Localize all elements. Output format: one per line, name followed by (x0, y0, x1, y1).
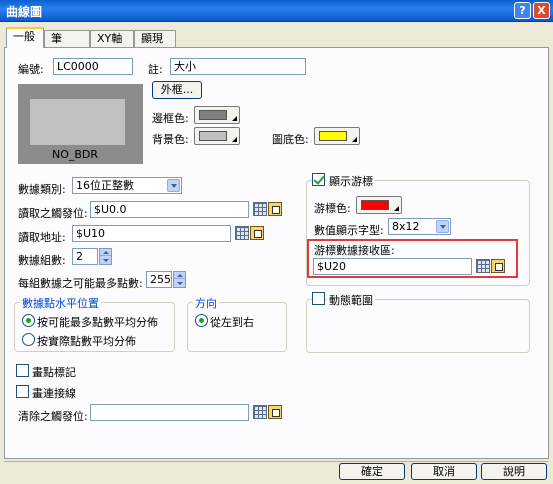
dropdown-arrow-icon (232, 116, 237, 121)
border-color-button[interactable] (194, 106, 240, 124)
cursor-recv-label: 游標數據接收區: (314, 244, 395, 257)
title-bar (0, 0, 553, 22)
base-color-button[interactable] (314, 127, 360, 145)
read-addr-label: 讀取地址: (18, 231, 66, 244)
preview-label: NO_BDR (52, 148, 99, 161)
connect-line-label[interactable]: 畫連接線 (32, 385, 76, 401)
bg-color-button[interactable] (194, 127, 240, 145)
data-type-select[interactable]: 16位正整數 (72, 177, 182, 194)
show-cursor-label[interactable]: 顯示游標 (327, 173, 375, 189)
hpos-option-max-label[interactable]: 按可能最多點數平均分佈 (37, 314, 158, 330)
id-label: 編號: (18, 63, 44, 76)
tag-icon[interactable] (250, 226, 264, 240)
cursor-color-label: 游標色: (314, 202, 351, 215)
read-addr-field[interactable]: $U10 (72, 225, 231, 242)
stepper-down-icon[interactable] (100, 257, 111, 264)
dropdown-arrow-icon (232, 137, 237, 142)
note-field[interactable]: 大小 (170, 58, 306, 75)
direction-option-label[interactable]: 從左到右 (210, 314, 254, 330)
clear-control-label: 清除之觸發位: (18, 410, 88, 423)
groups-stepper[interactable] (99, 248, 112, 265)
border-color-swatch (199, 110, 227, 120)
base-color-label: 圖底色: (272, 133, 309, 146)
direction-radio-ltr[interactable] (195, 314, 208, 327)
tab-pen[interactable]: 筆 (44, 30, 90, 47)
read-control-label: 讀取之觸發位: (18, 207, 88, 220)
max-points-label: 每組數據之可能最多點數: (18, 277, 143, 290)
calculator-icon[interactable] (476, 259, 490, 273)
show-cursor-checkbox[interactable] (312, 173, 325, 186)
stepper-up-icon[interactable] (100, 249, 111, 256)
connect-line-checkbox[interactable] (16, 385, 29, 398)
dynamic-range-checkbox[interactable] (312, 292, 325, 305)
hpos-radio-actual[interactable] (22, 333, 35, 346)
bg-color-swatch (199, 131, 227, 141)
cursor-color-button[interactable] (356, 196, 402, 214)
stepper-down-icon[interactable] (174, 280, 185, 287)
ok-button[interactable]: 確定 (339, 463, 405, 480)
dropdown-arrow-icon (394, 206, 399, 211)
hpos-radio-max[interactable] (22, 314, 35, 327)
max-points-stepper[interactable] (173, 271, 186, 288)
dynamic-range-label[interactable]: 動態範圍 (327, 292, 375, 308)
max-points-field[interactable]: 255 (146, 271, 172, 288)
tab-display[interactable]: 顯現 (134, 30, 176, 47)
border-color-label: 邊框色: (152, 112, 189, 125)
help-icon[interactable]: ? (514, 2, 531, 19)
window-title: 曲線圖 (6, 5, 43, 19)
cursor-font-label: 數值顯示字型: (314, 224, 384, 237)
tab-general[interactable]: 一般 (6, 27, 44, 48)
calculator-icon[interactable] (253, 405, 267, 419)
preview-inner (30, 99, 125, 145)
cursor-font-value: 8x12 (392, 220, 420, 233)
chevron-down-icon (167, 179, 180, 192)
bg-color-label: 背景色: (152, 133, 189, 146)
direction-group-title: 方向 (193, 295, 219, 311)
frame-button[interactable]: 外框... (152, 81, 202, 99)
cancel-button[interactable]: 取消 (411, 463, 477, 480)
calculator-icon[interactable] (253, 202, 267, 216)
read-control-field[interactable]: $U0.0 (90, 201, 249, 218)
groups-field[interactable]: 2 (72, 248, 98, 265)
cursor-font-select[interactable]: 8x12 (388, 218, 451, 235)
mark-points-label[interactable]: 畫點標記 (32, 364, 76, 380)
help-button[interactable]: 說明 (481, 463, 547, 480)
tag-icon[interactable] (268, 405, 282, 419)
clear-control-field[interactable] (90, 404, 249, 421)
dropdown-arrow-icon (352, 137, 357, 142)
note-label: 註: (148, 63, 163, 76)
cursor-color-swatch (361, 200, 389, 210)
base-color-swatch (319, 131, 347, 141)
footer-divider (4, 461, 549, 462)
tag-icon[interactable] (268, 202, 282, 216)
close-icon[interactable]: X (533, 2, 550, 19)
calculator-icon[interactable] (235, 226, 249, 240)
hpos-option-actual-label[interactable]: 按實際點數平均分佈 (37, 333, 136, 349)
data-type-value: 16位正整數 (76, 179, 134, 192)
stepper-up-icon[interactable] (174, 272, 185, 279)
tab-xy-axis[interactable]: XY軸 (90, 30, 134, 47)
id-field[interactable]: LC0000 (53, 58, 133, 75)
tag-icon[interactable] (491, 259, 505, 273)
chevron-down-icon (436, 220, 449, 233)
data-type-label: 數據類別: (18, 183, 66, 196)
cursor-recv-field[interactable]: $U20 (313, 258, 472, 275)
groups-label: 數據組數: (18, 254, 66, 267)
hpos-group-title: 數據點水平位置 (20, 295, 101, 311)
mark-points-checkbox[interactable] (16, 364, 29, 377)
